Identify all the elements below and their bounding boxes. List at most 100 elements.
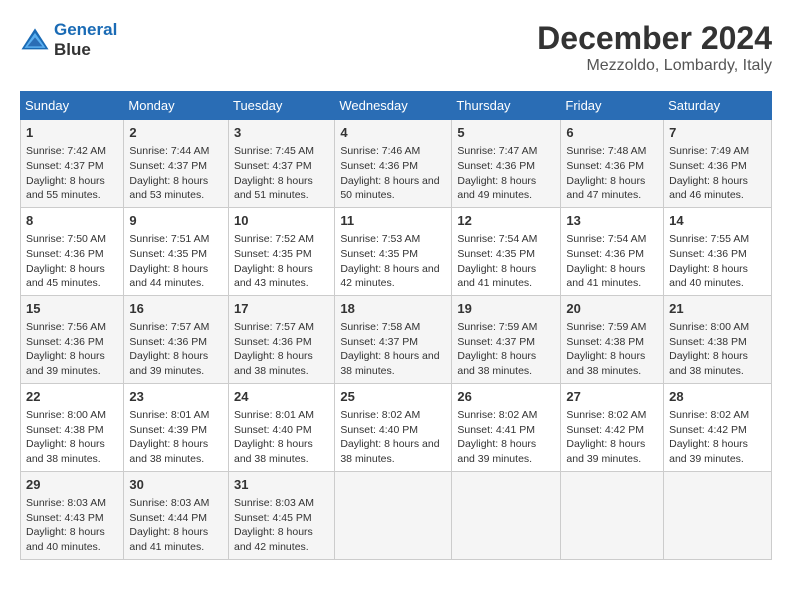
calendar-cell: 12 Sunrise: 7:54 AM Sunset: 4:35 PM Dayl… (452, 207, 561, 295)
cell-content: Sunrise: 7:54 AM Sunset: 4:36 PM Dayligh… (566, 232, 658, 291)
calendar-row-2: 8 Sunrise: 7:50 AM Sunset: 4:36 PM Dayli… (21, 207, 772, 295)
calendar-cell: 26 Sunrise: 8:02 AM Sunset: 4:41 PM Dayl… (452, 383, 561, 471)
location: Mezzoldo, Lombardy, Italy (537, 57, 772, 75)
col-thursday: Thursday (452, 92, 561, 120)
calendar-cell (335, 471, 452, 559)
cell-content: Sunrise: 7:59 AM Sunset: 4:37 PM Dayligh… (457, 320, 555, 379)
day-number: 16 (129, 300, 223, 318)
cell-content: Sunrise: 7:46 AM Sunset: 4:36 PM Dayligh… (340, 144, 446, 203)
calendar-cell: 20 Sunrise: 7:59 AM Sunset: 4:38 PM Dayl… (561, 295, 664, 383)
title-block: December 2024 Mezzoldo, Lombardy, Italy (537, 20, 772, 75)
day-number: 8 (26, 212, 118, 230)
calendar-cell: 18 Sunrise: 7:58 AM Sunset: 4:37 PM Dayl… (335, 295, 452, 383)
cell-content: Sunrise: 7:49 AM Sunset: 4:36 PM Dayligh… (669, 144, 766, 203)
calendar-cell: 19 Sunrise: 7:59 AM Sunset: 4:37 PM Dayl… (452, 295, 561, 383)
header-row: Sunday Monday Tuesday Wednesday Thursday… (21, 92, 772, 120)
calendar-table: Sunday Monday Tuesday Wednesday Thursday… (20, 91, 772, 560)
cell-content: Sunrise: 8:00 AM Sunset: 4:38 PM Dayligh… (669, 320, 766, 379)
col-saturday: Saturday (664, 92, 772, 120)
calendar-cell: 30 Sunrise: 8:03 AM Sunset: 4:44 PM Dayl… (124, 471, 229, 559)
day-number: 4 (340, 124, 446, 142)
logo: General Blue (20, 20, 117, 60)
calendar-cell (664, 471, 772, 559)
cell-content: Sunrise: 7:42 AM Sunset: 4:37 PM Dayligh… (26, 144, 118, 203)
day-number: 9 (129, 212, 223, 230)
calendar-cell: 25 Sunrise: 8:02 AM Sunset: 4:40 PM Dayl… (335, 383, 452, 471)
col-sunday: Sunday (21, 92, 124, 120)
cell-content: Sunrise: 8:00 AM Sunset: 4:38 PM Dayligh… (26, 408, 118, 467)
day-number: 30 (129, 476, 223, 494)
day-number: 1 (26, 124, 118, 142)
calendar-cell: 15 Sunrise: 7:56 AM Sunset: 4:36 PM Dayl… (21, 295, 124, 383)
day-number: 23 (129, 388, 223, 406)
col-tuesday: Tuesday (228, 92, 334, 120)
day-number: 6 (566, 124, 658, 142)
day-number: 27 (566, 388, 658, 406)
day-number: 12 (457, 212, 555, 230)
calendar-cell: 28 Sunrise: 8:02 AM Sunset: 4:42 PM Dayl… (664, 383, 772, 471)
calendar-cell: 24 Sunrise: 8:01 AM Sunset: 4:40 PM Dayl… (228, 383, 334, 471)
page-header: General Blue December 2024 Mezzoldo, Lom… (20, 20, 772, 75)
logo-text: General Blue (54, 20, 117, 60)
day-number: 28 (669, 388, 766, 406)
calendar-cell: 11 Sunrise: 7:53 AM Sunset: 4:35 PM Dayl… (335, 207, 452, 295)
calendar-cell: 29 Sunrise: 8:03 AM Sunset: 4:43 PM Dayl… (21, 471, 124, 559)
cell-content: Sunrise: 8:03 AM Sunset: 4:44 PM Dayligh… (129, 496, 223, 555)
day-number: 25 (340, 388, 446, 406)
cell-content: Sunrise: 7:47 AM Sunset: 4:36 PM Dayligh… (457, 144, 555, 203)
cell-content: Sunrise: 8:01 AM Sunset: 4:39 PM Dayligh… (129, 408, 223, 467)
col-wednesday: Wednesday (335, 92, 452, 120)
day-number: 19 (457, 300, 555, 318)
cell-content: Sunrise: 7:44 AM Sunset: 4:37 PM Dayligh… (129, 144, 223, 203)
calendar-cell: 6 Sunrise: 7:48 AM Sunset: 4:36 PM Dayli… (561, 120, 664, 208)
cell-content: Sunrise: 8:01 AM Sunset: 4:40 PM Dayligh… (234, 408, 329, 467)
cell-content: Sunrise: 7:51 AM Sunset: 4:35 PM Dayligh… (129, 232, 223, 291)
cell-content: Sunrise: 7:55 AM Sunset: 4:36 PM Dayligh… (669, 232, 766, 291)
calendar-cell: 2 Sunrise: 7:44 AM Sunset: 4:37 PM Dayli… (124, 120, 229, 208)
cell-content: Sunrise: 7:56 AM Sunset: 4:36 PM Dayligh… (26, 320, 118, 379)
day-number: 13 (566, 212, 658, 230)
month-year: December 2024 (537, 20, 772, 57)
calendar-cell: 14 Sunrise: 7:55 AM Sunset: 4:36 PM Dayl… (664, 207, 772, 295)
day-number: 14 (669, 212, 766, 230)
calendar-body: 1 Sunrise: 7:42 AM Sunset: 4:37 PM Dayli… (21, 120, 772, 560)
calendar-cell: 22 Sunrise: 8:00 AM Sunset: 4:38 PM Dayl… (21, 383, 124, 471)
calendar-header: Sunday Monday Tuesday Wednesday Thursday… (21, 92, 772, 120)
calendar-cell: 5 Sunrise: 7:47 AM Sunset: 4:36 PM Dayli… (452, 120, 561, 208)
day-number: 10 (234, 212, 329, 230)
calendar-row-5: 29 Sunrise: 8:03 AM Sunset: 4:43 PM Dayl… (21, 471, 772, 559)
day-number: 11 (340, 212, 446, 230)
cell-content: Sunrise: 7:54 AM Sunset: 4:35 PM Dayligh… (457, 232, 555, 291)
day-number: 24 (234, 388, 329, 406)
calendar-row-1: 1 Sunrise: 7:42 AM Sunset: 4:37 PM Dayli… (21, 120, 772, 208)
day-number: 5 (457, 124, 555, 142)
day-number: 18 (340, 300, 446, 318)
calendar-cell: 8 Sunrise: 7:50 AM Sunset: 4:36 PM Dayli… (21, 207, 124, 295)
calendar-cell: 1 Sunrise: 7:42 AM Sunset: 4:37 PM Dayli… (21, 120, 124, 208)
cell-content: Sunrise: 7:48 AM Sunset: 4:36 PM Dayligh… (566, 144, 658, 203)
col-friday: Friday (561, 92, 664, 120)
day-number: 7 (669, 124, 766, 142)
day-number: 2 (129, 124, 223, 142)
calendar-cell: 13 Sunrise: 7:54 AM Sunset: 4:36 PM Dayl… (561, 207, 664, 295)
calendar-cell: 10 Sunrise: 7:52 AM Sunset: 4:35 PM Dayl… (228, 207, 334, 295)
cell-content: Sunrise: 7:58 AM Sunset: 4:37 PM Dayligh… (340, 320, 446, 379)
cell-content: Sunrise: 7:53 AM Sunset: 4:35 PM Dayligh… (340, 232, 446, 291)
calendar-row-3: 15 Sunrise: 7:56 AM Sunset: 4:36 PM Dayl… (21, 295, 772, 383)
calendar-cell (452, 471, 561, 559)
calendar-cell (561, 471, 664, 559)
calendar-cell: 17 Sunrise: 7:57 AM Sunset: 4:36 PM Dayl… (228, 295, 334, 383)
calendar-cell: 7 Sunrise: 7:49 AM Sunset: 4:36 PM Dayli… (664, 120, 772, 208)
calendar-cell: 4 Sunrise: 7:46 AM Sunset: 4:36 PM Dayli… (335, 120, 452, 208)
calendar-cell: 23 Sunrise: 8:01 AM Sunset: 4:39 PM Dayl… (124, 383, 229, 471)
cell-content: Sunrise: 7:57 AM Sunset: 4:36 PM Dayligh… (234, 320, 329, 379)
calendar-row-4: 22 Sunrise: 8:00 AM Sunset: 4:38 PM Dayl… (21, 383, 772, 471)
cell-content: Sunrise: 8:03 AM Sunset: 4:45 PM Dayligh… (234, 496, 329, 555)
calendar-cell: 31 Sunrise: 8:03 AM Sunset: 4:45 PM Dayl… (228, 471, 334, 559)
col-monday: Monday (124, 92, 229, 120)
day-number: 15 (26, 300, 118, 318)
day-number: 29 (26, 476, 118, 494)
calendar-cell: 27 Sunrise: 8:02 AM Sunset: 4:42 PM Dayl… (561, 383, 664, 471)
day-number: 17 (234, 300, 329, 318)
cell-content: Sunrise: 8:03 AM Sunset: 4:43 PM Dayligh… (26, 496, 118, 555)
